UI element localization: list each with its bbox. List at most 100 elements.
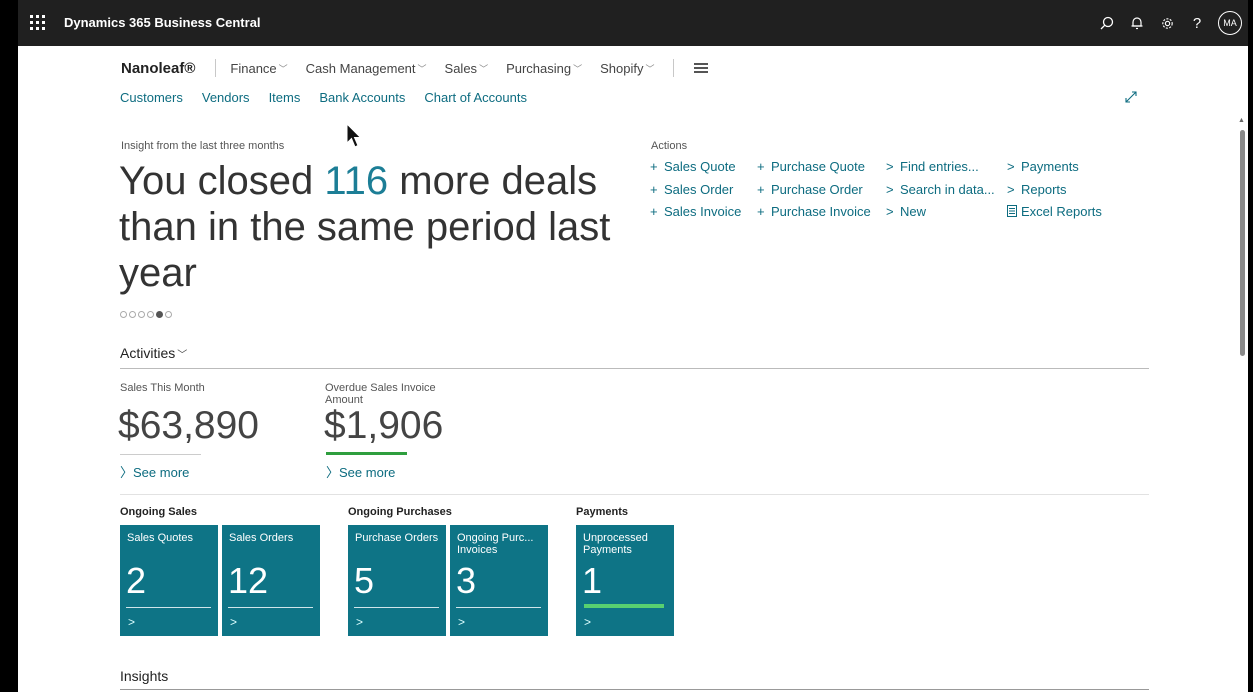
menu-finance-label: Finance [230, 60, 277, 76]
carousel-dot[interactable] [138, 311, 145, 318]
carousel-dot[interactable] [120, 311, 127, 318]
kpi-sales-this-month-value[interactable]: $63,890 [118, 404, 259, 448]
cue-title: Purchase Orders [355, 532, 439, 544]
cue-value: 12 [228, 560, 269, 601]
help-icon[interactable]: ? [1182, 8, 1212, 38]
activities-header[interactable]: Activities ﹀ [120, 345, 187, 361]
activities-title: Activities [120, 345, 176, 361]
menu-sales-label: Sales [444, 60, 478, 76]
action-reports-label: Reports [1021, 181, 1067, 197]
cue-divider [456, 607, 541, 608]
plus-icon: + [650, 159, 658, 174]
expand-icon[interactable] [1124, 90, 1140, 106]
action-purchase-quote[interactable]: + Purchase Quote [757, 158, 871, 181]
cue-sales-quotes[interactable]: Sales Quotes 2 > [120, 525, 218, 636]
app-launcher-icon[interactable] [30, 15, 46, 31]
link-items[interactable]: Items [269, 90, 301, 105]
action-sales-invoice-label: Sales Invoice [664, 204, 742, 219]
chevron-right-icon: 〉 [120, 465, 134, 480]
bell-icon[interactable] [1122, 8, 1152, 38]
excel-report-icon [1007, 203, 1021, 221]
cue-ongoing-purchase-invoices[interactable]: Ongoing Purc... Invoices 3 > [450, 525, 548, 636]
menu-sales[interactable]: Sales ﹀ [445, 61, 489, 76]
action-purchase-invoice[interactable]: + Purchase Invoice [757, 203, 871, 226]
cue-sales-orders[interactable]: Sales Orders 12 > [222, 525, 320, 636]
carousel-dot[interactable] [147, 311, 154, 318]
carousel-dot[interactable] [129, 311, 136, 318]
action-sales-quote-label: Sales Quote [664, 159, 736, 174]
cue-purchase-orders[interactable]: Purchase Orders 5 > [348, 525, 446, 636]
headline-part1: You closed [119, 159, 325, 203]
action-new-label: New [900, 204, 927, 219]
link-chart-of-accounts[interactable]: Chart of Accounts [424, 90, 527, 105]
chevron-right-icon: > [1007, 159, 1015, 174]
kpi-sales-see-more-link[interactable]: 〉See more [120, 462, 189, 481]
menu-shopify[interactable]: Shopify ﹀ [600, 61, 654, 76]
chevron-right-icon: > [128, 615, 136, 629]
avatar[interactable]: MA [1218, 11, 1242, 35]
cue-title: Sales Quotes [127, 532, 194, 544]
cue-divider [228, 607, 313, 608]
action-sales-quote[interactable]: + Sales Quote [650, 158, 741, 181]
kpi-overdue-see-more-link[interactable]: 〉See more [326, 462, 395, 481]
headline-carousel-dots[interactable] [120, 311, 174, 318]
chevron-right-icon: > [886, 159, 894, 174]
nav-separator [215, 59, 217, 77]
insights-divider [120, 689, 1149, 690]
cue-divider [354, 607, 439, 608]
action-search-in-data-label: Search in data... [900, 181, 995, 197]
hamburger-menu-icon[interactable] [693, 63, 708, 73]
business-central-screen: Dynamics 365 Business Central ? MA Nanol… [18, 0, 1248, 692]
search-icon[interactable] [1092, 8, 1122, 38]
link-vendors[interactable]: Vendors [202, 90, 250, 105]
activities-divider [120, 368, 1149, 369]
role-center-navigation: Nanoleaf® Finance ﹀ Cash Management ﹀ Sale… [121, 58, 708, 78]
cue-unprocessed-payments[interactable]: Unprocessed Payments 1 > [576, 525, 674, 636]
menu-shopify-label: Shopify [600, 60, 644, 76]
action-search-in-data[interactable]: > Search in data... [886, 181, 995, 204]
action-sales-order-label: Sales Order [664, 181, 734, 197]
cue-title: Unprocessed Payments [583, 532, 648, 556]
link-bank-accounts[interactable]: Bank Accounts [319, 90, 405, 105]
insights-title[interactable]: Insights [120, 668, 168, 684]
actions-column-reports: > Payments > Reports Excel Reports [1007, 158, 1102, 226]
cue-value: 1 [582, 560, 603, 601]
kpi-status-bar [326, 452, 407, 455]
scroll-up-icon[interactable]: ▲ [1238, 117, 1245, 124]
chevron-right-icon: 〉 [326, 465, 340, 480]
app-title[interactable]: Dynamics 365 Business Central [64, 15, 261, 30]
actions-label: Actions [651, 140, 688, 152]
kpi-overdue-value[interactable]: $1,906 [324, 404, 443, 448]
menu-cash-management[interactable]: Cash Management ﹀ [306, 61, 427, 76]
action-sales-order[interactable]: + Sales Order [650, 181, 741, 204]
action-payments[interactable]: > Payments [1007, 158, 1102, 181]
chevron-down-icon: ﹀ [573, 63, 583, 74]
plus-icon: + [650, 204, 658, 219]
chevron-right-icon: > [584, 615, 592, 629]
action-sales-invoice[interactable]: + Sales Invoice [650, 203, 741, 226]
chevron-right-icon: > [230, 615, 238, 629]
action-purchase-order[interactable]: + Purchase Order [757, 181, 871, 204]
cue-value: 5 [354, 560, 375, 601]
action-excel-reports[interactable]: Excel Reports [1007, 203, 1102, 226]
action-new[interactable]: > New [886, 203, 995, 226]
mouse-cursor-icon [346, 122, 362, 154]
carousel-dot[interactable] [165, 311, 172, 318]
menu-finance[interactable]: Finance ﹀ [230, 61, 287, 76]
chevron-down-icon: ﹀ [177, 350, 188, 361]
carousel-dot[interactable] [156, 311, 163, 318]
kpi-overdue-label-line1: Overdue Sales Invoice [325, 382, 436, 394]
scrollbar-thumb[interactable] [1240, 130, 1245, 356]
company-name[interactable]: Nanoleaf® [121, 60, 195, 77]
kpi-sales-see-more-label: See more [133, 465, 190, 480]
menu-purchasing[interactable]: Purchasing ﹀ [506, 61, 582, 76]
link-customers[interactable]: Customers [120, 90, 183, 105]
gear-icon[interactable] [1152, 8, 1182, 38]
plus-icon: + [757, 204, 765, 219]
action-reports[interactable]: > Reports [1007, 181, 1102, 204]
action-find-entries-label: Find entries... [900, 159, 979, 174]
chevron-right-icon: > [1007, 181, 1015, 197]
kpi-overdue-see-more-label: See more [339, 465, 396, 480]
action-find-entries[interactable]: > Find entries... [886, 158, 995, 181]
menu-purchasing-label: Purchasing [506, 60, 572, 76]
